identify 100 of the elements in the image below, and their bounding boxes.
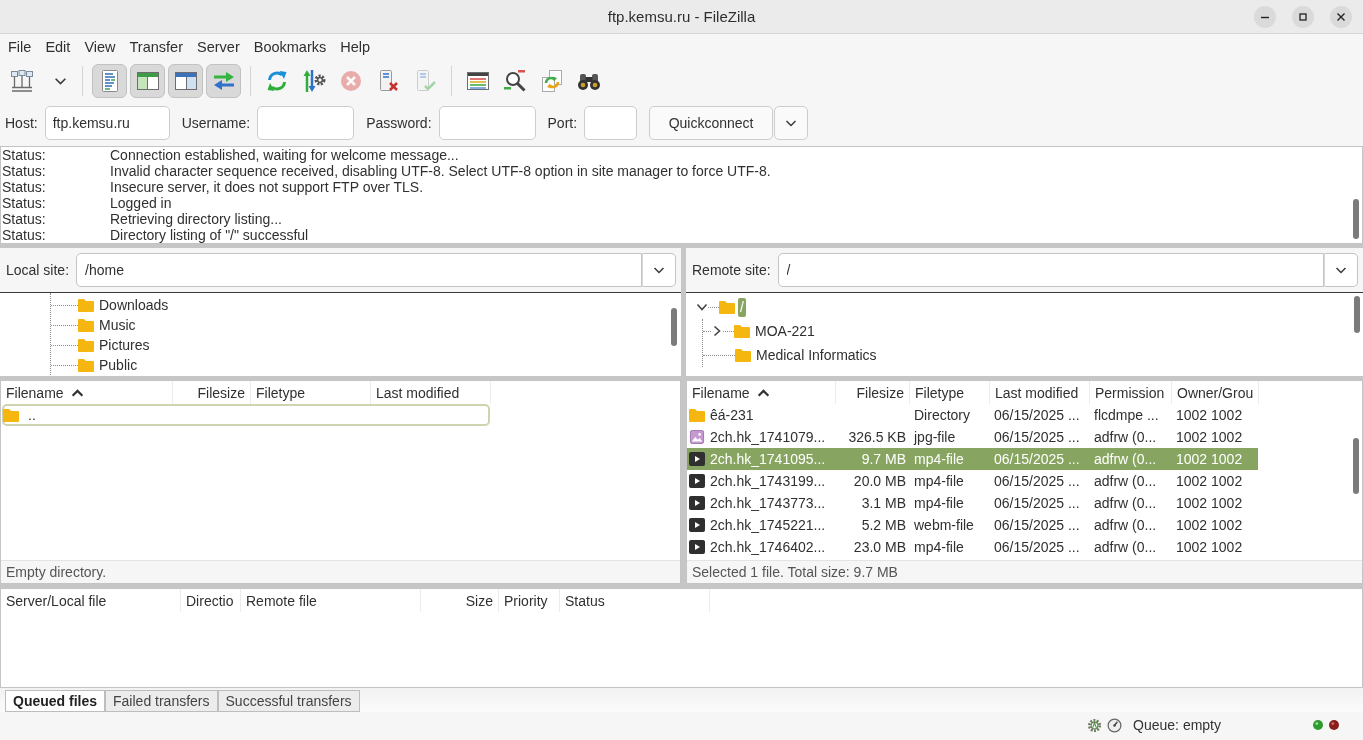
table-cell-text: 1002 1002 [1175, 472, 1244, 491]
close-button[interactable] [1330, 5, 1352, 28]
table-cell-text: 9.7 MB [860, 450, 907, 469]
servers-icon [10, 69, 34, 93]
tab[interactable]: Failed transfers [105, 690, 218, 712]
log-message: Logged in [110, 195, 173, 211]
status-led-icon [1329, 720, 1339, 730]
minimize-button[interactable] [1254, 5, 1276, 28]
table-cell: .. [2, 404, 174, 426]
remote-tree-toggle[interactable] [168, 64, 203, 98]
sort-up-icon [70, 388, 84, 397]
chevron-down-icon[interactable] [696, 301, 708, 313]
quickconnect-button[interactable]: Quickconnect [649, 106, 774, 140]
table-cell-text: webm-file [913, 516, 975, 535]
log-label: Status: [1, 211, 47, 227]
table-cell-text: mp4-file [913, 538, 965, 557]
path-dropdown-button[interactable] [1324, 253, 1358, 287]
chevron-right-icon[interactable] [711, 325, 723, 337]
host-field[interactable]: ftp.kemsu.ru [44, 106, 170, 140]
folder-icon [78, 298, 94, 312]
tab[interactable]: Successful transfers [217, 690, 360, 712]
table-cell-text: 06/15/2025 ... [993, 450, 1081, 469]
tree-item[interactable]: Public [97, 355, 140, 375]
menu-item[interactable]: Help [333, 35, 378, 59]
arrows-gear-icon [302, 69, 326, 93]
menu-item[interactable]: Bookmarks [246, 35, 334, 59]
refresh-icon [265, 69, 289, 93]
sync-icon [540, 69, 564, 93]
file-row[interactable]: 2ch.hk_1743773... 3.1 MB mp4-file 06/15/2025 ... adfrw (0... 1002 1002 [687, 492, 1258, 514]
magnifier-icon [503, 69, 527, 93]
log-label: Status: [1, 179, 47, 195]
table-cell-text: 5.2 MB [860, 516, 907, 535]
table-cell-text: mp4-file [913, 472, 965, 491]
file-row[interactable]: 2ch.hk_1741079... 326.5 KB jpg-file 06/15/2025 ... adfrw (0... 1002 1002 [687, 426, 1258, 448]
chevron-down-icon [653, 265, 665, 275]
scrollbar-thumb[interactable] [1353, 199, 1359, 239]
transfer-queue-toggle[interactable] [206, 64, 241, 98]
list-status-text: Empty directory. [1, 560, 680, 583]
table-cell-text: 326.5 KB [847, 428, 907, 447]
tree-item[interactable]: MOA-221 [753, 321, 817, 341]
site-label: Remote site: [692, 262, 771, 278]
password-field[interactable] [438, 106, 536, 140]
table-cell-text: 1002 1002 [1175, 538, 1244, 557]
folder-icon [734, 324, 750, 338]
table-cell-text: 1002 1002 [1175, 494, 1244, 513]
play-file-icon [689, 452, 705, 466]
chevron-down-icon [1335, 265, 1347, 275]
menu-item[interactable]: File [1, 35, 39, 59]
table-cell-text: mp4-file [913, 450, 965, 469]
maximize-button[interactable] [1292, 5, 1314, 28]
table-cell: 2ch.hk_1743773... [687, 492, 836, 514]
table-cell: 2ch.hk_1743199... [687, 470, 836, 492]
table-cell-text: 3.1 MB [860, 494, 907, 513]
file-row[interactable]: êá-231 Directory 06/15/2025 ... flcdmpe ... 1002 1002 [687, 404, 1258, 426]
table-cell-text: adfrw (0... [1093, 538, 1158, 557]
tree-item[interactable]: Medical Informatics [754, 345, 879, 365]
tab[interactable]: Queued files [5, 690, 106, 712]
table-cell-text: 06/15/2025 ... [993, 538, 1081, 557]
tree-item[interactable]: Music [97, 315, 138, 335]
table-cell: 2ch.hk_1745221... [687, 514, 836, 536]
log-message: Directory listing of "/" successful [110, 227, 310, 243]
table-cell-text: 06/15/2025 ... [993, 472, 1081, 491]
file-row[interactable]: 2ch.hk_1746402... 23.0 MB mp4-file 06/15/2025 ... adfrw (0... 1002 1002 [687, 536, 1258, 558]
table-lines-icon [466, 69, 490, 93]
local-tree-toggle[interactable] [130, 64, 165, 98]
table-cell-text: adfrw (0... [1093, 494, 1158, 513]
table-cell-text: flcdmpe ... [1093, 406, 1160, 425]
tree-item[interactable]: Downloads [97, 295, 171, 315]
chevron-down-icon [53, 76, 67, 86]
field-label: Port: [547, 115, 578, 131]
message-log-toggle[interactable] [92, 64, 127, 98]
file-row[interactable]: 2ch.hk_1743199... 20.0 MB mp4-file 06/15/2025 ... adfrw (0... 1002 1002 [687, 470, 1258, 492]
file-row[interactable]: 2ch.hk_1745221... 5.2 MB webm-file 06/15/2025 ... adfrw (0... 1002 1002 [687, 514, 1258, 536]
port-field[interactable] [584, 106, 638, 140]
folder-icon [78, 358, 94, 372]
gauge-icon [1107, 717, 1123, 733]
list-status-text: Selected 1 file. Total size: 9.7 MB [687, 560, 1362, 583]
scrollbar-thumb[interactable] [1353, 438, 1359, 494]
play-file-icon [689, 540, 705, 554]
scrollbar-thumb[interactable] [671, 308, 677, 346]
path-field[interactable]: / [777, 253, 1324, 287]
path-field[interactable]: /home [76, 253, 642, 287]
file-row[interactable]: .. [2, 404, 490, 426]
menu-item[interactable]: Transfer [122, 35, 190, 59]
play-file-icon [689, 518, 705, 532]
sort-up-icon [756, 388, 770, 397]
table-cell-text: 06/15/2025 ... [993, 406, 1081, 425]
menu-item[interactable]: View [77, 35, 123, 59]
table-cell-text: 06/15/2025 ... [993, 428, 1081, 447]
tree-item[interactable]: Pictures [97, 335, 152, 355]
path-dropdown-button[interactable] [642, 253, 676, 287]
menu-item[interactable]: Server [190, 35, 247, 59]
table-cell: 2ch.hk_1741079... [687, 426, 836, 448]
image-file-icon [689, 430, 705, 444]
folder-icon [78, 318, 94, 332]
window-split-icon [135, 69, 160, 93]
cancel-icon [339, 69, 363, 93]
username-field[interactable] [257, 106, 355, 140]
menu-item[interactable]: Edit [38, 35, 78, 59]
scrollbar-thumb[interactable] [1354, 296, 1360, 333]
